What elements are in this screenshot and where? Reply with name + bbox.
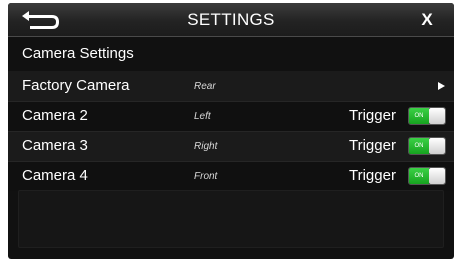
- camera-row-4: Camera 4 Front Trigger ON: [8, 161, 454, 191]
- camera-position: Left: [194, 111, 211, 122]
- toggle-on-label: ON: [409, 138, 429, 154]
- trigger-label: Trigger: [349, 107, 396, 124]
- empty-panel: [18, 190, 444, 248]
- camera-row-factory[interactable]: Factory Camera Rear: [8, 71, 454, 101]
- trigger-toggle[interactable]: ON: [408, 107, 446, 125]
- trigger-label: Trigger: [349, 137, 396, 154]
- settings-screen: SETTINGS X Camera Settings Factory Camer…: [8, 3, 454, 259]
- camera-name: Camera 2: [22, 107, 88, 124]
- camera-position: Front: [194, 171, 218, 182]
- camera-name: Camera 4: [22, 167, 88, 184]
- close-button[interactable]: X: [412, 3, 442, 37]
- chevron-right-icon[interactable]: [438, 82, 445, 90]
- trigger-toggle[interactable]: ON: [408, 137, 446, 155]
- toggle-on-label: ON: [409, 108, 429, 124]
- camera-position: Right: [194, 141, 218, 152]
- toggle-knob: [429, 108, 445, 124]
- trigger-label: Trigger: [349, 167, 396, 184]
- camera-position: Rear: [194, 81, 216, 92]
- page-title: SETTINGS: [187, 10, 275, 29]
- section-title: Camera Settings: [22, 45, 134, 62]
- trigger-toggle[interactable]: ON: [408, 167, 446, 185]
- camera-name: Factory Camera: [22, 77, 130, 94]
- toggle-knob: [429, 168, 445, 184]
- camera-name: Camera 3: [22, 137, 88, 154]
- camera-row-3: Camera 3 Right Trigger ON: [8, 131, 454, 161]
- toggle-on-label: ON: [409, 168, 429, 184]
- camera-row-2: Camera 2 Left Trigger ON: [8, 101, 454, 131]
- toggle-knob: [429, 138, 445, 154]
- header-bar: SETTINGS X: [8, 3, 454, 37]
